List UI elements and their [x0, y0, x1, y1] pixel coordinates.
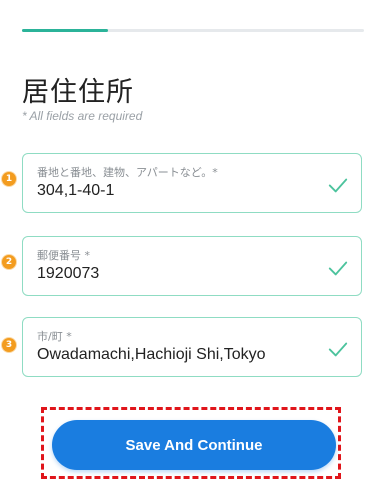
required-note: * All fields are required — [22, 109, 143, 123]
step-badge-3: 3 — [2, 338, 16, 352]
step-badge-2: 2 — [2, 255, 16, 269]
progress-bar — [22, 29, 364, 32]
page-title: 居住住所 — [22, 77, 134, 108]
address-line-label: 番地と番地、建物、アパートなど。* — [37, 166, 218, 179]
save-and-continue-button[interactable]: Save And Continue — [52, 420, 336, 470]
city-input[interactable] — [37, 346, 307, 364]
city-label: 市/町 * — [37, 330, 72, 343]
address-line-input[interactable] — [37, 182, 307, 200]
check-icon — [328, 342, 348, 357]
postal-code-label: 郵便番号 * — [37, 249, 90, 262]
city-field[interactable]: 市/町 * — [22, 317, 362, 377]
check-icon — [328, 178, 348, 193]
postal-code-field[interactable]: 郵便番号 * — [22, 236, 362, 296]
check-icon — [328, 261, 348, 276]
postal-code-input[interactable] — [37, 265, 307, 283]
step-badge-1: 1 — [2, 172, 16, 186]
progress-bar-fill — [22, 29, 108, 32]
address-line-field[interactable]: 番地と番地、建物、アパートなど。* — [22, 153, 362, 213]
